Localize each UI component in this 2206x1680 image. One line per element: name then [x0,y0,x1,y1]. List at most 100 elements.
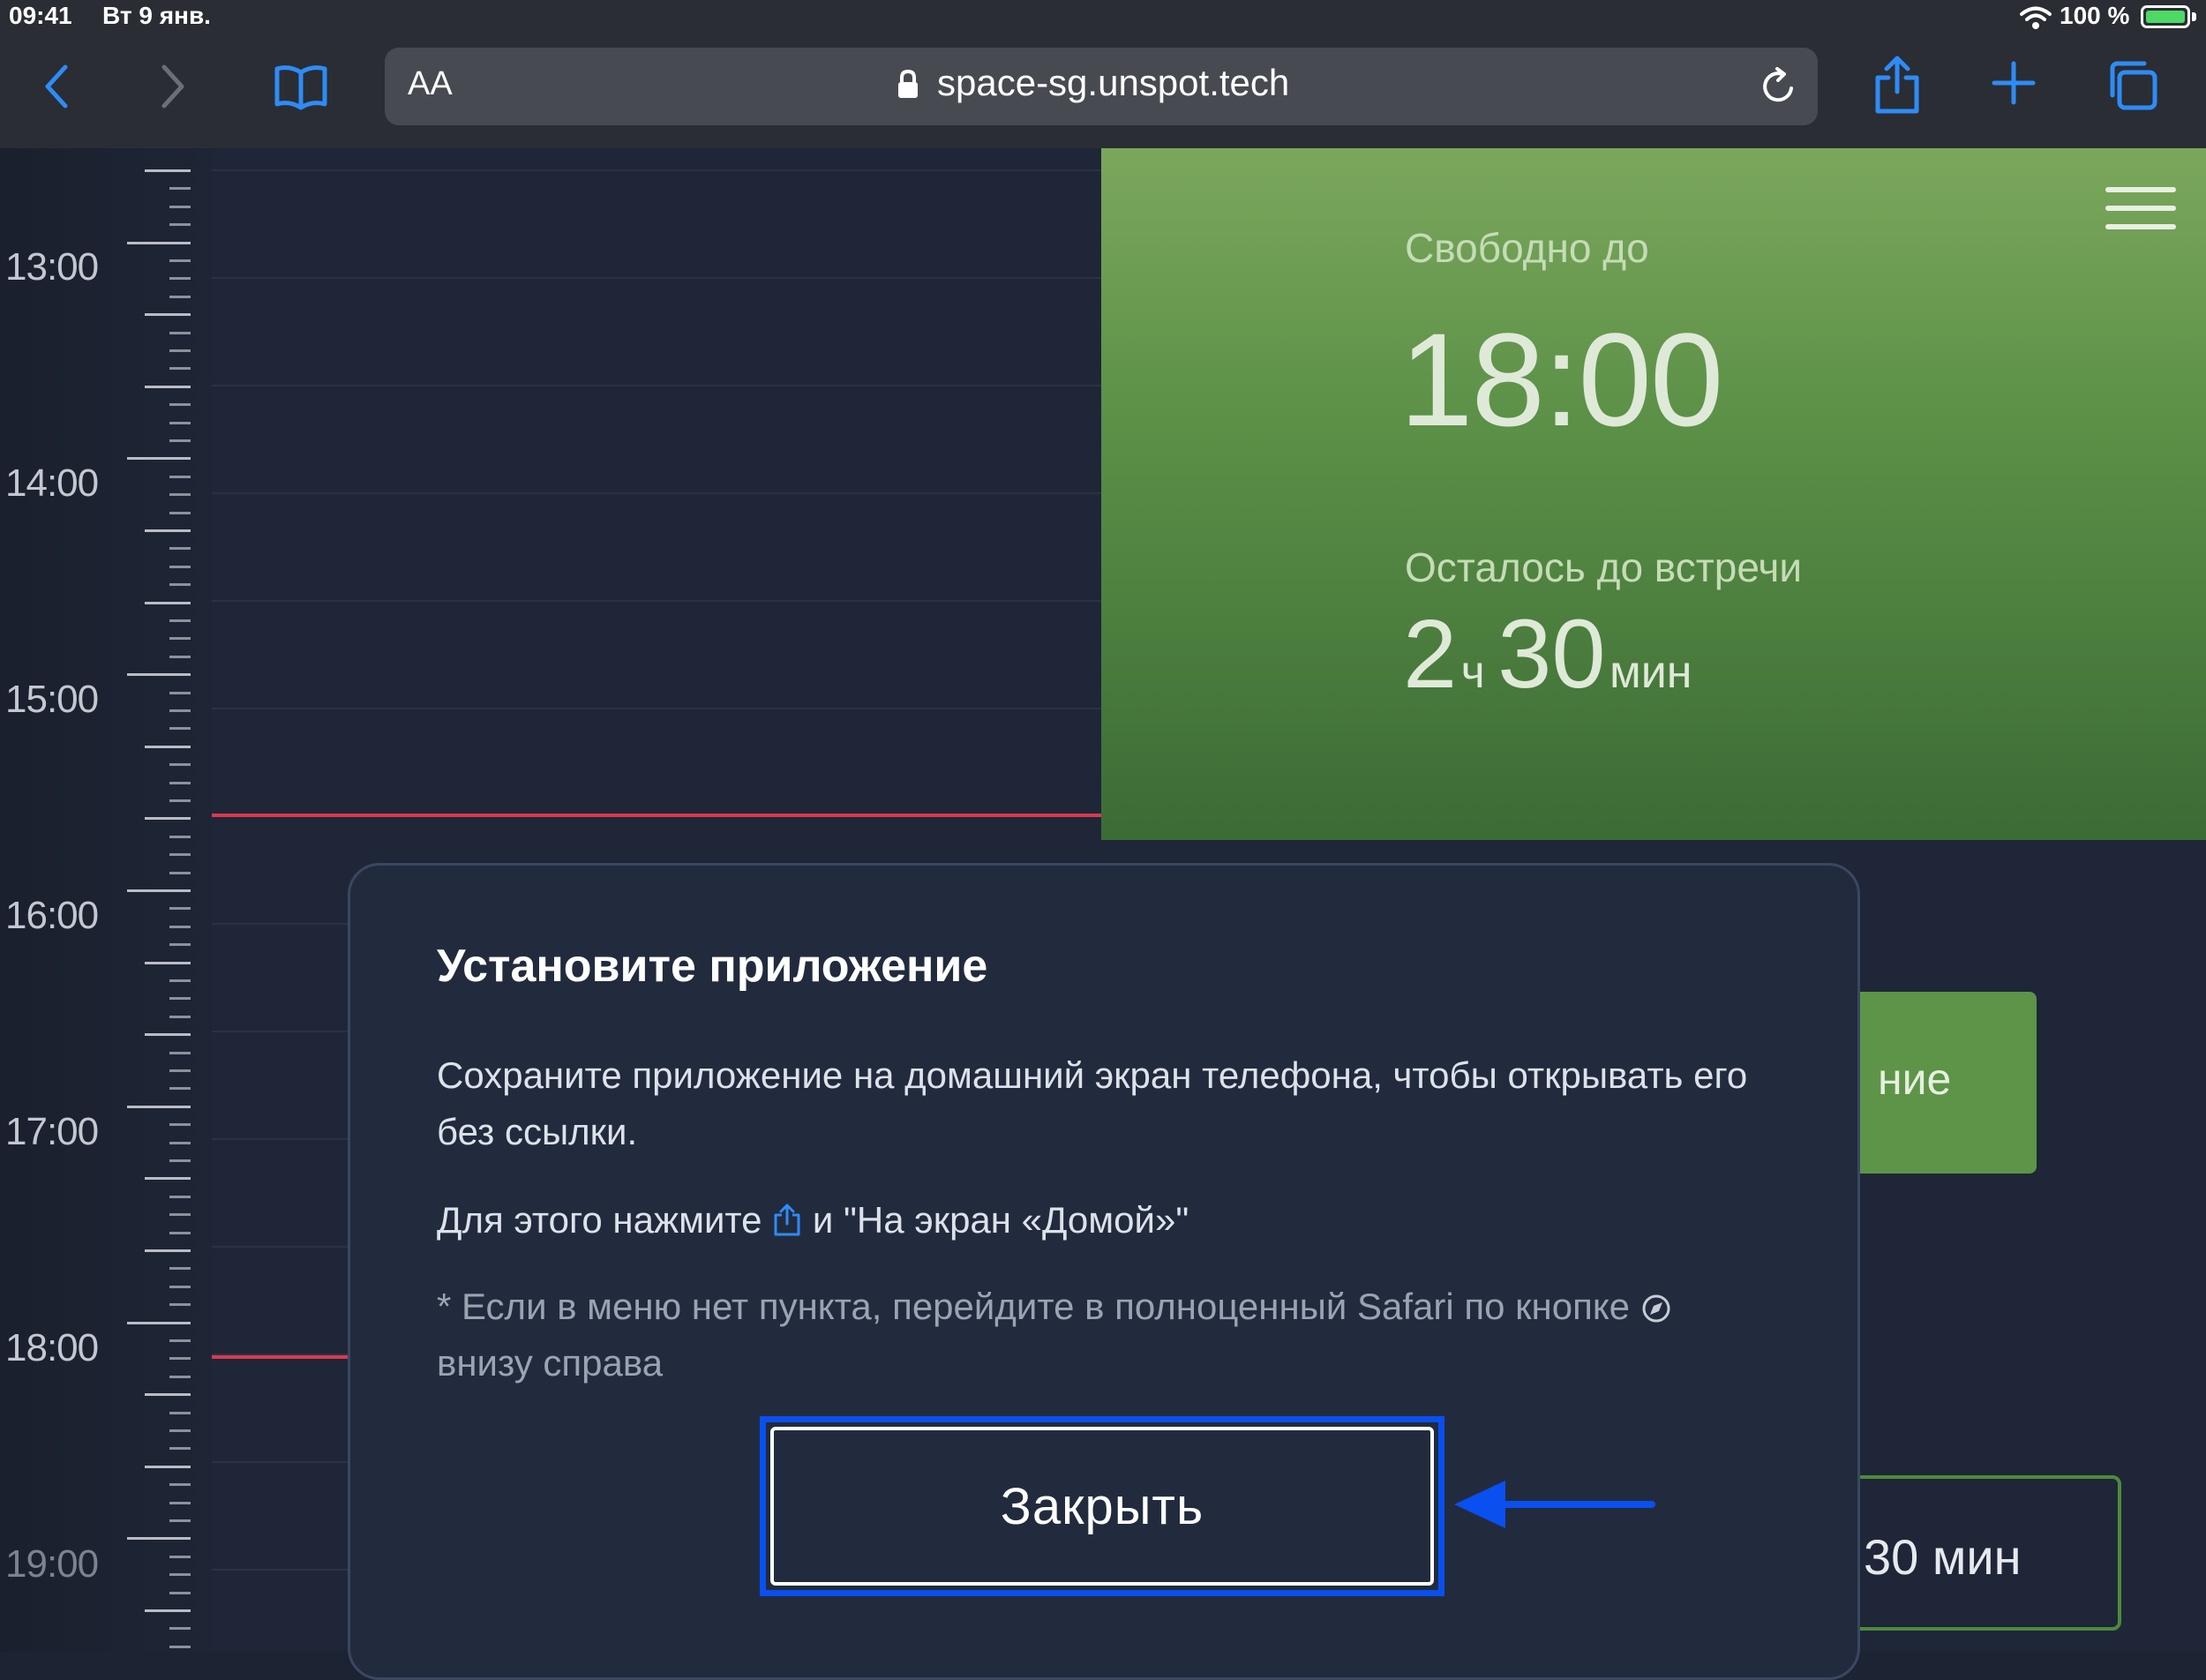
timeline-tick [145,1033,191,1037]
battery-percent: 100 % [2060,2,2130,29]
text-size-button[interactable]: AA [408,65,453,103]
timeline-tick [169,781,191,784]
bookmarks-icon[interactable] [274,62,328,111]
timeline-tick [145,817,191,821]
room-status-panel: Свободно до 18:00 Осталось до встречи 2 … [1101,148,2206,840]
timeline-tick [169,583,191,587]
timeline-tick [169,439,191,442]
timeline-tick [145,169,191,172]
timeline-tick [127,1321,191,1324]
forward-icon[interactable] [155,60,191,113]
status-bar: 09:41 Вт 9 янв. 100 % [0,0,2206,35]
timeline-tick [145,1393,191,1397]
timeline-tick [169,1231,191,1234]
back-icon[interactable] [39,60,74,113]
timeline-tick [169,637,191,641]
book-button-label: ние [1878,1054,1952,1104]
timeline-tick [169,1591,191,1594]
timeline-tick [169,1357,191,1361]
grid-line [212,492,1101,494]
timeline-tick [169,1051,191,1054]
grid-line [212,277,1101,279]
arrow-annotation-icon [1454,1481,1655,1528]
timeline-tick [145,961,191,964]
current-time-line [212,814,1101,817]
share-inline-icon [774,1204,800,1236]
install-app-modal: Установите приложение Сохраните приложен… [348,863,1860,1680]
close-button[interactable]: Закрыть [770,1427,1434,1586]
timeline-tick [169,1411,191,1414]
modal-note: * Если в меню нет пункта, перейдите в по… [437,1279,1778,1391]
timeline: 13:00 14:00 15:00 16:00 17:00 18:00 19:0… [0,148,212,1652]
timeline-tick [169,619,191,622]
timeline-tick [145,385,191,388]
menu-icon[interactable] [2104,184,2178,233]
note-after: внизу справа [437,1342,664,1384]
timeline-tick [169,799,191,802]
timeline-tick [127,457,191,461]
book-button[interactable]: ние [1834,992,2037,1174]
remaining-label: Осталось до встречи [1405,544,1803,590]
timeline-tick [169,691,191,694]
timeline-tick [169,943,191,947]
hour-label-18: 18:00 [5,1326,99,1369]
hour-label-19: 19:00 [5,1542,99,1586]
timeline-tick [169,277,191,281]
timeline-tick [169,511,191,514]
timeline-tick [169,1267,191,1271]
hour-label-17: 17:00 [5,1110,99,1153]
timeline-tick [169,1573,191,1577]
timeline-tick [145,601,191,604]
timeline-tick [169,367,191,371]
timeline-tick [127,1105,191,1108]
timeline-tick [169,1555,191,1558]
timeline-tick [127,1537,191,1541]
timeline-tick [169,1429,191,1432]
timeline-tick [169,1195,191,1198]
modal-title: Установите приложение [437,941,988,992]
new-tab-icon[interactable] [1991,60,2037,106]
minutes-unit: мин [1609,647,1692,698]
timeline-tick [169,835,191,838]
timeline-tick [169,187,191,191]
timeline-tick [169,1123,191,1127]
timeline-tick [127,241,191,244]
reload-icon[interactable] [1758,65,1800,108]
duration-button[interactable]: 30 мин [1834,1475,2121,1631]
timeline-tick [169,475,191,478]
timeline-tick [169,1087,191,1091]
timeline-tick [169,547,191,551]
free-until-time: 18:00 [1399,305,1723,454]
timeline-tick [169,1015,191,1018]
battery-cap [2192,12,2196,21]
timeline-tick [169,979,191,982]
status-date: Вт 9 янв. [102,2,211,29]
timeline-tick [169,871,191,874]
timeline-tick [169,1285,191,1288]
paragraph-2-before: Для этого нажмите [437,1199,762,1241]
grid-line [212,169,1101,171]
timeline-tick [169,1501,191,1504]
timeline-tick [169,259,191,262]
address-bar[interactable]: AA space-sg.unspot.tech [385,48,1818,125]
share-icon[interactable] [1871,55,1924,116]
timeline-tick [169,709,191,712]
timeline-tick [169,1213,191,1217]
timeline-tick [169,331,191,334]
timeline-tick [169,907,191,911]
timeline-tick [169,1339,191,1342]
timeline-tick [127,889,191,892]
remaining-minutes: 30 [1497,600,1606,709]
wifi-icon [2020,6,2052,29]
timeline-tick [169,493,191,497]
remaining-time: 2 ч 30 мин [1403,598,1692,709]
battery-fill [2146,11,2185,23]
timeline-tick [169,1069,191,1072]
tabs-icon[interactable] [2105,58,2160,113]
browser-toolbar: AA space-sg.unspot.tech [0,35,2206,148]
timeline-tick [169,421,191,424]
timeline-tick [145,1177,191,1181]
remaining-hours: 2 [1403,600,1458,709]
timeline-tick [169,997,191,1001]
grid-line [212,600,1101,602]
